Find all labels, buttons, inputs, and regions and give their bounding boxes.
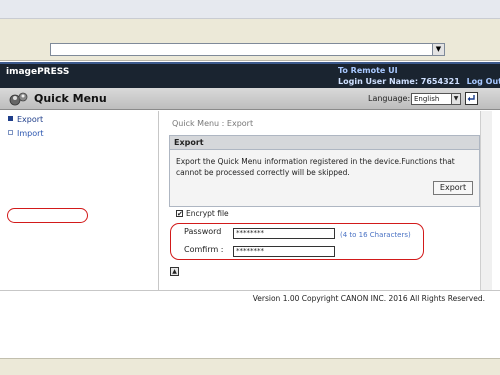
return-arrow-icon bbox=[467, 95, 475, 102]
export-description: Export the Quick Menu information regist… bbox=[176, 157, 455, 177]
sidebar: Export Import bbox=[0, 111, 159, 290]
export-button[interactable]: Export bbox=[433, 181, 473, 195]
encrypt-checkbox[interactable]: ✔ bbox=[176, 210, 183, 218]
browser-toolbar: ▼ bbox=[0, 19, 500, 61]
copyright-text: Version 1.00 Copyright CANON INC. 2016 A… bbox=[252, 294, 485, 303]
page-footer: Version 1.00 Copyright CANON INC. 2016 A… bbox=[0, 290, 500, 310]
export-panel: Export Export the Quick Menu information… bbox=[169, 135, 480, 207]
sidebar-item-label: Import bbox=[17, 129, 44, 138]
address-bar[interactable]: ▼ bbox=[50, 43, 445, 56]
encrypt-file-label: Encrypt file bbox=[186, 209, 229, 218]
language-select[interactable]: English ▼ bbox=[411, 93, 461, 105]
chevron-down-icon: ▼ bbox=[451, 94, 460, 104]
brand-logo: imagePRESS bbox=[6, 67, 70, 77]
language-value: English bbox=[414, 95, 440, 103]
page-titlebar: Quick Menu Language: English ▼ bbox=[0, 88, 500, 110]
quick-menu-icon bbox=[9, 92, 28, 106]
page-title: Quick Menu bbox=[34, 92, 107, 105]
login-info: Login User Name: 7654321 Log Out bbox=[338, 77, 500, 86]
password-annotation-highlight bbox=[170, 223, 424, 260]
browser-empty-area bbox=[0, 311, 500, 358]
window-titlebar bbox=[0, 0, 500, 19]
remote-ui-link[interactable]: To Remote UI bbox=[338, 66, 398, 75]
vertical-scrollbar[interactable] bbox=[480, 111, 492, 290]
sidebar-item-export[interactable]: Export bbox=[8, 115, 43, 126]
device-header: imagePRESS To Remote UI Login User Name:… bbox=[0, 62, 500, 88]
address-dropdown-icon[interactable]: ▼ bbox=[432, 44, 444, 55]
scroll-to-top-button[interactable]: ▲ bbox=[170, 267, 179, 276]
logout-link[interactable]: Log Out bbox=[467, 77, 500, 86]
browser-status-bar bbox=[0, 358, 500, 375]
square-bullet-icon bbox=[8, 130, 13, 135]
language-label: Language: bbox=[368, 94, 411, 103]
refresh-button[interactable] bbox=[465, 92, 478, 105]
square-bullet-icon bbox=[8, 116, 13, 121]
encrypt-annotation-highlight bbox=[7, 208, 88, 223]
export-panel-heading: Export bbox=[170, 136, 479, 150]
sidebar-item-label: Export bbox=[17, 115, 44, 124]
breadcrumb: Quick Menu : Export bbox=[172, 119, 254, 128]
main-content: Quick Menu : Export Export Export the Qu… bbox=[160, 111, 480, 290]
sidebar-item-import[interactable]: Import bbox=[8, 129, 44, 140]
password-length-hint: (4 to 16 Characters) bbox=[340, 231, 411, 239]
login-user-name: Login User Name: 7654321 bbox=[338, 77, 460, 86]
